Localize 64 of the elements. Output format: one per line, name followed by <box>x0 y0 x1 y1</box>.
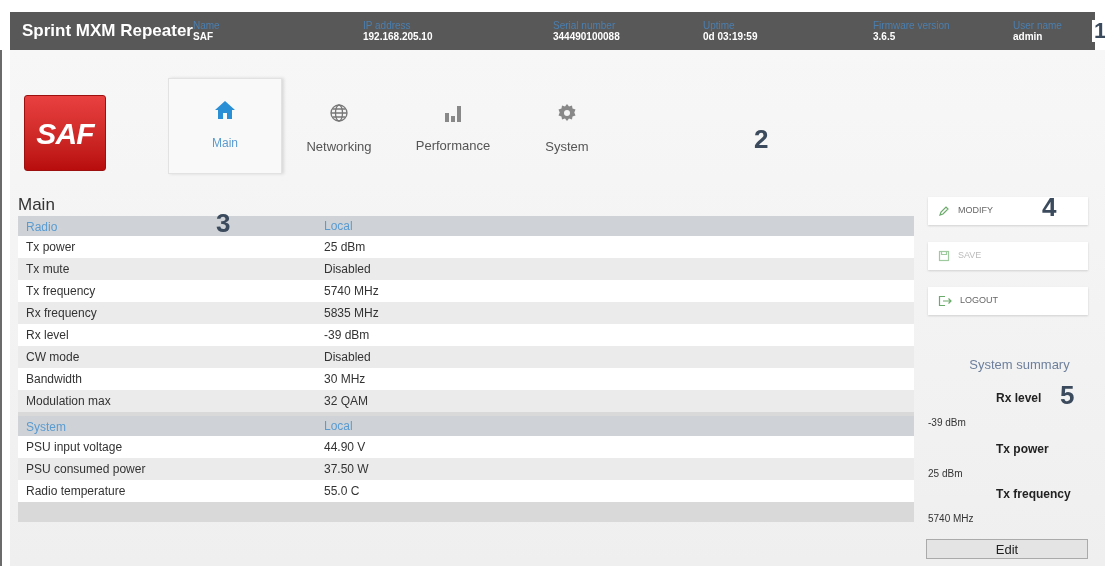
logo: SAF <box>24 95 106 171</box>
pencil-icon <box>938 205 950 217</box>
table-cell-text: Tx power <box>25 239 77 256</box>
action-button[interactable]: LOGOUT <box>928 287 1088 315</box>
field-label: Serial number <box>553 20 616 31</box>
section-header: Radio <box>26 220 58 234</box>
field-value: 192.168.205.10 <box>363 31 433 42</box>
column-header: Local <box>324 218 353 235</box>
table-cell-text: 55.0 C <box>324 483 360 500</box>
field-value: SAF <box>193 31 213 42</box>
table-cell-text: 37.50 W <box>324 461 369 478</box>
field-value: 0d 03:19:59 <box>703 31 758 42</box>
field-value: admin <box>1013 31 1043 42</box>
save-icon <box>938 250 950 262</box>
callout-number: 2 <box>754 123 769 156</box>
field-label: Firmware version <box>873 20 950 31</box>
table-cell-text: Disabled <box>324 349 371 366</box>
nav-tab[interactable]: Performance <box>396 78 510 174</box>
table-cell-text: Modulation max <box>25 393 112 410</box>
column-header: Local <box>324 418 353 435</box>
table-cell-text: Rx level <box>25 327 70 344</box>
summary-label: Tx frequency <box>996 485 1071 503</box>
field-label: IP address <box>363 20 411 31</box>
callout-number: 3 <box>216 210 231 236</box>
summary-value: 5740 MHz <box>928 511 975 526</box>
table-cell-text: CW mode <box>25 349 81 366</box>
field-label: Uptime <box>703 20 735 31</box>
table-cell-text: Rx frequency <box>25 305 98 322</box>
table-cell-text: Bandwidth <box>25 371 84 388</box>
summary-value: 25 dBm <box>928 466 964 481</box>
field-value: 344490100088 <box>553 31 620 42</box>
table-cell-text: 32 QAM <box>324 393 368 410</box>
callout-number: 4 <box>1042 194 1057 220</box>
globe-icon <box>329 103 349 124</box>
table-cell-text: Tx mute <box>25 261 71 278</box>
callout-number: 5 <box>1060 382 1075 408</box>
summary-label: Tx power <box>996 440 1049 458</box>
bar-chart-icon <box>444 104 462 123</box>
field-value: 3.6.5 <box>873 31 896 42</box>
table-cell-text: 25 dBm <box>324 239 366 256</box>
device-title: Sprint MXM Repeater <box>22 20 193 43</box>
callout-number: 1 <box>1092 20 1105 42</box>
table-cell-text: 5835 MHz <box>324 305 379 322</box>
table-cell-text: Tx frequency <box>25 283 97 300</box>
table-cell-text: 30 MHz <box>324 371 366 388</box>
section-title: Main <box>18 194 56 216</box>
summary-label: Rx level <box>996 389 1042 407</box>
summary-value: -39 dBm <box>928 415 967 430</box>
table-cell-text: 44.90 V <box>324 439 366 456</box>
table-cell-text: 5740 MHz <box>324 283 379 300</box>
edit-button[interactable]: Edit <box>926 538 1088 559</box>
table-cell-text: Disabled <box>324 261 371 278</box>
table-cell-text: -39 dBm <box>324 327 370 344</box>
table-cell-text: PSU input voltage <box>25 439 124 456</box>
home-icon <box>214 100 236 120</box>
field-label: Name <box>193 20 220 31</box>
nav-tab[interactable]: Networking <box>282 78 396 174</box>
field-label: User name <box>1013 20 1062 31</box>
summary-title: System summary <box>968 356 1071 374</box>
logout-icon <box>938 295 952 307</box>
table-cell-text: Radio temperature <box>25 483 127 500</box>
nav-tab[interactable]: System <box>510 78 624 174</box>
section-header: System <box>26 420 66 434</box>
table-cell-text: PSU consumed power <box>25 461 147 478</box>
